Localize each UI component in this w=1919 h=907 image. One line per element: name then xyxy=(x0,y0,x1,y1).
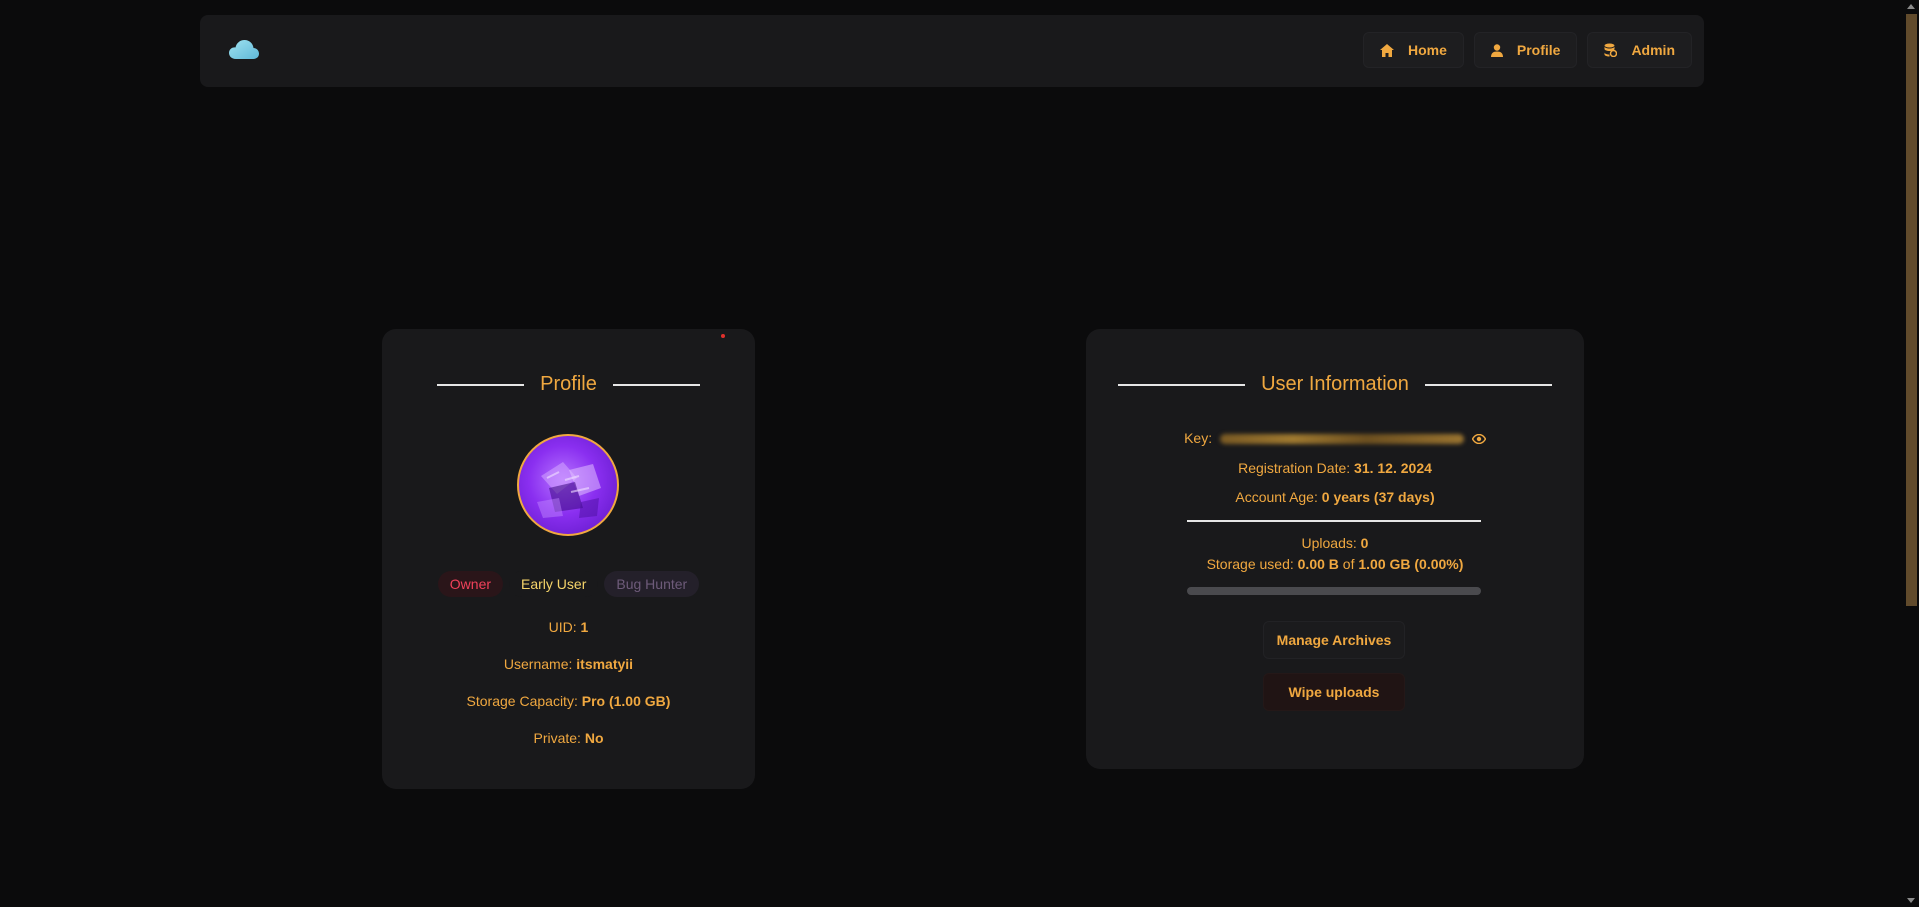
eye-icon[interactable] xyxy=(1471,431,1487,447)
nav-menu: Home Profile Admin xyxy=(1362,32,1692,68)
profile-title: Profile xyxy=(540,373,597,395)
storage-used-row: Storage used: 0.00 B of 1.00 GB (0.00%) xyxy=(1086,556,1584,572)
storage-capacity-row: Storage Capacity: Pro (1.00 GB) xyxy=(382,693,755,709)
storage-of-text: of xyxy=(1342,556,1355,572)
status-dot xyxy=(721,334,725,338)
uid-row: UID: 1 xyxy=(382,619,755,635)
user-info-card: User Information Key: Registration Date:… xyxy=(1086,329,1584,769)
home-icon xyxy=(1379,43,1394,57)
navbar: Home Profile Admin xyxy=(200,15,1704,87)
username-row: Username: itsmatyii xyxy=(382,656,755,672)
registration-row: Registration Date: 31. 12. 2024 xyxy=(1086,460,1584,476)
heading-divider-right xyxy=(1424,383,1552,386)
heading-divider-left xyxy=(1118,383,1246,386)
uploads-value: 0 xyxy=(1360,535,1369,551)
badge-bug-hunter: Bug Hunter xyxy=(604,571,700,597)
username-value: itsmatyii xyxy=(576,656,634,672)
storage-total-value: 1.00 GB xyxy=(1358,556,1411,572)
key-value-hidden xyxy=(1220,434,1464,445)
scroll-thumb[interactable] xyxy=(1906,14,1917,606)
nav-profile-button[interactable]: Profile xyxy=(1473,32,1578,68)
registration-label: Registration Date: xyxy=(1238,460,1351,476)
storage-used-label: Storage used: xyxy=(1206,556,1294,572)
uid-label: UID: xyxy=(548,619,577,635)
page-scrollbar[interactable] xyxy=(1904,0,1919,907)
nav-profile-label: Profile xyxy=(1516,42,1561,58)
nav-home-label: Home xyxy=(1407,42,1447,58)
user-icon xyxy=(1490,43,1503,57)
uploads-row: Uploads: 0 xyxy=(1086,535,1584,551)
database-icon xyxy=(1604,43,1618,57)
nav-home-button[interactable]: Home xyxy=(1362,32,1464,68)
profile-heading: Profile xyxy=(382,373,755,396)
uploads-label: Uploads: xyxy=(1301,535,1357,551)
badge-owner: Owner xyxy=(437,571,504,597)
heading-divider-right xyxy=(612,383,700,386)
storage-used-value: 0.00 B xyxy=(1297,556,1339,572)
manage-archives-button[interactable]: Manage Archives xyxy=(1263,621,1405,659)
storage-progress-bar xyxy=(1187,587,1481,595)
private-label: Private: xyxy=(533,730,581,746)
badge-list: Owner Early User Bug Hunter xyxy=(382,571,755,597)
user-info-title: User Information xyxy=(1261,373,1409,395)
account-age-row: Account Age: 0 years (37 days) xyxy=(1086,489,1584,505)
wipe-uploads-button[interactable]: Wipe uploads xyxy=(1263,673,1405,711)
user-info-heading: User Information xyxy=(1086,373,1584,396)
nav-admin-button[interactable]: Admin xyxy=(1587,32,1692,68)
section-divider xyxy=(1187,520,1481,522)
key-row: Key: xyxy=(1086,430,1584,447)
scroll-up-arrow-icon[interactable] xyxy=(1907,4,1915,9)
storage-capacity-label: Storage Capacity: xyxy=(466,693,578,709)
account-age-label: Account Age: xyxy=(1235,489,1318,505)
storage-capacity-value: Pro (1.00 GB) xyxy=(581,693,671,709)
registration-value: 31. 12. 2024 xyxy=(1354,460,1432,476)
private-value: No xyxy=(584,730,604,746)
cloud-icon[interactable] xyxy=(228,37,260,63)
account-age-value: 0 years (37 days) xyxy=(1321,489,1435,505)
key-label: Key: xyxy=(1184,430,1213,446)
badge-early-user: Early User xyxy=(509,571,599,597)
uid-value: 1 xyxy=(580,619,589,635)
scroll-down-arrow-icon[interactable] xyxy=(1907,898,1915,903)
avatar[interactable] xyxy=(517,434,619,536)
private-row: Private: No xyxy=(382,730,755,746)
heading-divider-left xyxy=(437,383,525,386)
nav-admin-label: Admin xyxy=(1631,42,1675,58)
storage-percent-value: (0.00%) xyxy=(1414,556,1464,572)
username-label: Username: xyxy=(503,656,573,672)
profile-card: Profile Owner Early User Bug Hunter UID:… xyxy=(382,329,755,789)
